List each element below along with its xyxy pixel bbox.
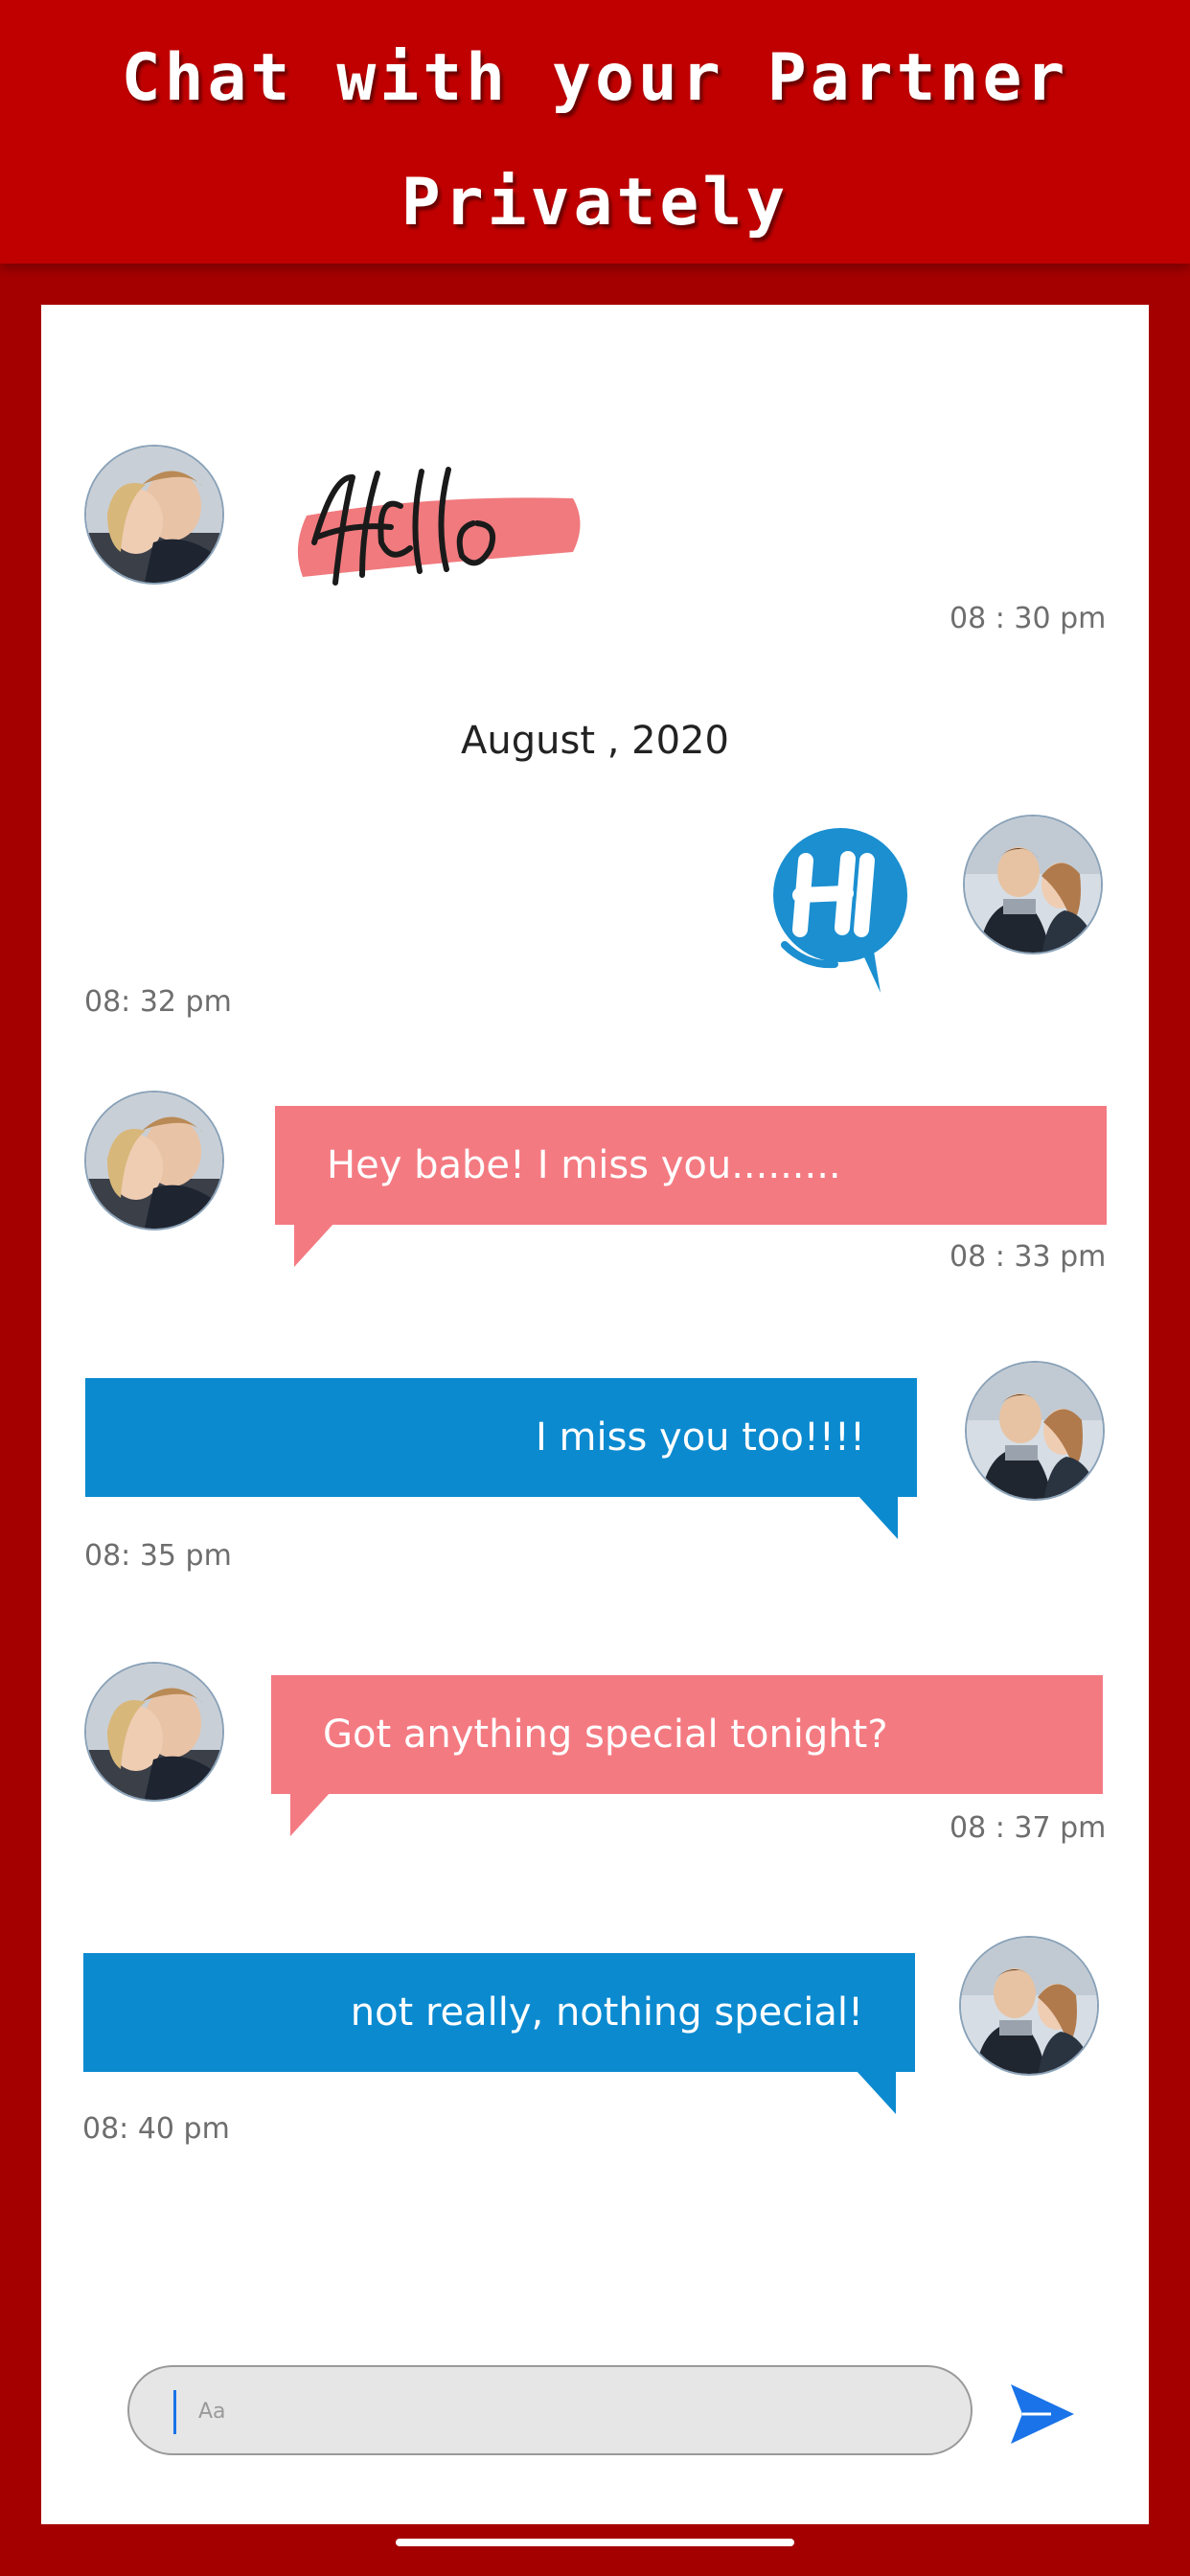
partner-avatar[interactable] [84,1091,224,1230]
message-timestamp: 08: 40 pm [82,2112,230,2146]
message-text: not really, nothing special! [350,1990,863,2035]
text-caret [173,2390,176,2434]
bubble-tail [858,1495,898,1539]
partner-avatar[interactable] [84,445,224,585]
send-button[interactable] [1009,2382,1076,2446]
user-avatar[interactable] [965,1361,1105,1501]
message-text: Hey babe! I miss you......... [327,1143,841,1187]
chat-panel: 08 : 30 pm August , 2020 08: 32 pm Hey b… [41,305,1149,2524]
incoming-message-bubble[interactable]: Got anything special tonight? [271,1675,1103,1836]
outgoing-message-bubble[interactable]: I miss you too!!!! [85,1378,917,1539]
message-timestamp: 08 : 30 pm [950,602,1107,635]
message-input[interactable] [196,2367,948,2455]
hi-speech-sticker [767,822,921,1000]
bubble-tail [290,1792,331,1836]
header-title-line-1: Chat with your Partner [121,40,1069,116]
outgoing-message-bubble[interactable]: not really, nothing special! [83,1953,915,2114]
message-text: Got anything special tonight? [323,1713,888,1757]
header-title-line-2: Privately [400,165,790,241]
message-timestamp: 08: 35 pm [84,1539,232,1573]
user-avatar[interactable] [959,1936,1099,2076]
promo-header: Chat with your Partner Privately [0,0,1190,264]
bubble-tail [294,1223,334,1267]
message-text: I miss you too!!!! [536,1415,865,1460]
user-avatar[interactable] [963,815,1103,954]
hello-sticker [286,456,592,595]
message-composer [127,2365,973,2455]
date-separator: August , 2020 [461,719,729,763]
message-timestamp: 08 : 37 pm [950,1811,1107,1845]
home-indicator[interactable] [396,2539,794,2546]
bubble-tail [856,2070,896,2114]
incoming-message-bubble[interactable]: Hey babe! I miss you......... [275,1106,1107,1267]
message-timestamp: 08 : 33 pm [950,1240,1107,1274]
message-timestamp: 08: 32 pm [84,985,232,1019]
send-icon [1011,2384,1074,2444]
partner-avatar[interactable] [84,1662,224,1802]
